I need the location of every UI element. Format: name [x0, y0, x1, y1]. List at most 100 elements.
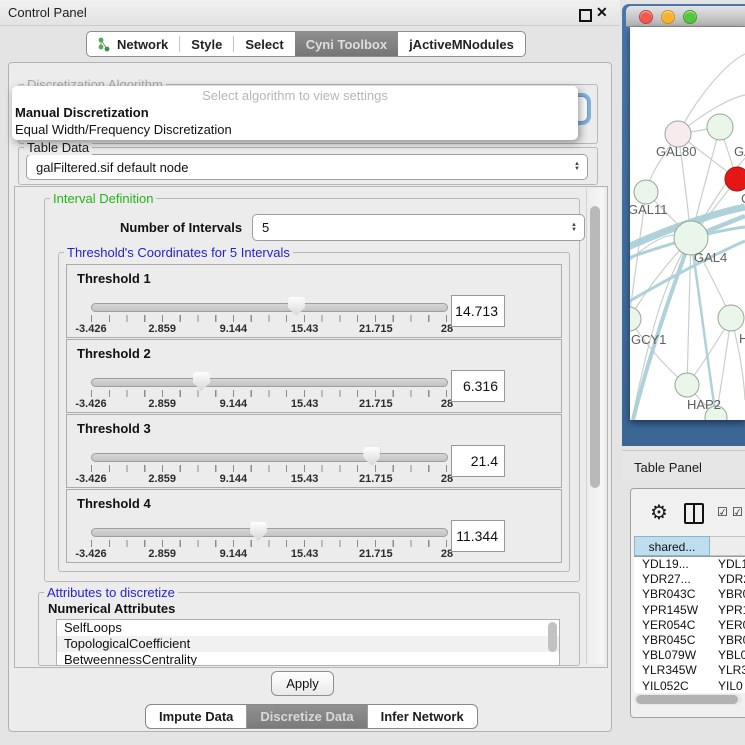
network-node[interactable]: [675, 373, 699, 397]
cell-name[interactable]: YBR0: [710, 587, 745, 602]
list-scrollbar[interactable]: [548, 622, 557, 660]
threshold-1-label: Threshold 1: [77, 271, 151, 286]
table-row[interactable]: YBR043CYBR0: [634, 587, 745, 602]
slider-ticks: [91, 315, 447, 322]
threshold-3-value-field[interactable]: 21.4: [451, 445, 505, 477]
column-header-shared-name[interactable]: shared...: [634, 536, 710, 556]
gear-icon[interactable]: ⚙: [650, 500, 668, 525]
table-row[interactable]: YIL052CYIL0: [634, 679, 745, 694]
cell-shared-name[interactable]: YIL052C: [634, 679, 710, 694]
cell-shared-name[interactable]: YLR345W: [634, 663, 710, 678]
cell-name[interactable]: YDL1: [710, 557, 745, 572]
slider-thumb[interactable]: [363, 447, 380, 466]
table-row[interactable]: YBR045CYBR0: [634, 633, 745, 648]
slider-track[interactable]: [91, 528, 448, 537]
threshold-4-label: Threshold 4: [77, 496, 151, 511]
control-panel-titlebar: Control Panel ✕: [0, 0, 620, 26]
tick-label: 2.859: [148, 473, 176, 485]
threshold-4-value-field[interactable]: 11.344: [451, 520, 505, 552]
table-horizontal-scrollbar[interactable]: [634, 694, 742, 705]
slider-track[interactable]: [91, 303, 448, 312]
tab-style[interactable]: Style: [180, 32, 233, 56]
numerical-attributes-list[interactable]: SelfLoopsTopologicalCoefficientBetweenne…: [56, 619, 560, 666]
slider-ticks: [91, 390, 447, 397]
node-attribute-table[interactable]: shared... na YDL19...YDL1YDR27...YDR2YBR…: [634, 536, 745, 693]
checkbox-icon[interactable]: ☑: [732, 505, 743, 519]
scrollbar-thumb[interactable]: [548, 622, 557, 652]
table-row[interactable]: YLR345WYLR3: [634, 663, 745, 678]
popup-item-equal-width-frequency[interactable]: Equal Width/Frequency Discretization: [12, 121, 578, 138]
cell-name[interactable]: YBR0: [710, 633, 745, 648]
network-node[interactable]: [630, 307, 641, 331]
cell-shared-name[interactable]: YBR045C: [634, 633, 710, 648]
table-row[interactable]: YPR145WYPR1: [634, 603, 745, 618]
cell-name[interactable]: YER0: [710, 618, 745, 633]
slider-track[interactable]: [91, 378, 448, 387]
tab-infer-network[interactable]: Infer Network: [367, 705, 477, 728]
cell-name[interactable]: YLR3: [710, 663, 745, 678]
float-window-icon[interactable]: [579, 9, 592, 22]
tab-cyni-toolbox[interactable]: Cyni Toolbox: [295, 32, 398, 56]
cell-shared-name[interactable]: YDR27...: [634, 572, 710, 587]
threshold-4-slider[interactable]: -3.4262.8599.14415.4321.71528: [91, 526, 446, 560]
settings-scrollbar[interactable]: [586, 188, 604, 664]
table-row[interactable]: YDR27...YDR2: [634, 572, 745, 587]
tab-select[interactable]: Select: [234, 32, 294, 56]
cell-name[interactable]: YBL0: [710, 648, 745, 663]
network-node[interactable]: [634, 180, 658, 204]
tick-label: 9.144: [220, 323, 248, 335]
node-label: GAL80: [656, 144, 696, 159]
tab-impute-data[interactable]: Impute Data: [146, 705, 246, 728]
cell-shared-name[interactable]: YER054C: [634, 618, 710, 633]
slider-thumb[interactable]: [288, 297, 305, 316]
minimize-traffic-light-icon[interactable]: [661, 10, 675, 24]
scrollbar-thumb[interactable]: [636, 695, 738, 704]
thresholds-group-title: Threshold's Coordinates for 5 Intervals: [64, 245, 293, 260]
node-label: GAL4: [694, 250, 727, 265]
column-header-name[interactable]: na: [710, 536, 745, 556]
popup-item-manual-discretization[interactable]: Manual Discretization: [12, 104, 578, 121]
threshold-1-slider[interactable]: -3.4262.8599.14415.4321.71528: [91, 301, 446, 335]
attribute-list-item[interactable]: BetweennessCentrality: [57, 652, 559, 666]
close-icon[interactable]: ✕: [596, 4, 608, 21]
tab-discretize-data[interactable]: Discretize Data: [246, 705, 366, 728]
table-data-title: Table Data: [24, 140, 92, 155]
network-canvas[interactable]: GAL80GACGAL11GAL4GCY1HHAP2: [630, 27, 745, 420]
cell-shared-name[interactable]: YPR145W: [634, 603, 710, 618]
network-node[interactable]: [707, 114, 733, 140]
network-node[interactable]: [718, 305, 744, 331]
tab-jactivemnodules[interactable]: jActiveMNodules: [398, 32, 525, 56]
table-data-combobox[interactable]: galFiltered.sif default node ▲▼: [26, 154, 588, 180]
tab-network[interactable]: Network: [87, 32, 179, 56]
checkbox-icon[interactable]: ☑: [717, 505, 728, 519]
table-row[interactable]: YER054CYER0: [634, 618, 745, 633]
attribute-list-item[interactable]: SelfLoops: [57, 620, 559, 636]
cell-shared-name[interactable]: YBL079W: [634, 648, 710, 663]
control-panel-tabs: Network Style Select Cyni Toolbox jActiv…: [86, 31, 526, 57]
zoom-traffic-light-icon[interactable]: [683, 10, 697, 24]
threshold-2-value-field[interactable]: 6.316: [451, 370, 505, 402]
scrollbar-thumb[interactable]: [590, 206, 600, 488]
cell-shared-name[interactable]: YBR043C: [634, 587, 710, 602]
tick-label: 15.43: [291, 548, 319, 560]
threshold-3-slider[interactable]: -3.4262.8599.14415.4321.71528: [91, 451, 446, 485]
spinner-arrows-icon: ▲▼: [574, 162, 580, 172]
table-row[interactable]: YDL19...YDL1: [634, 557, 745, 572]
slider-thumb[interactable]: [250, 522, 267, 541]
slider-thumb[interactable]: [193, 372, 210, 391]
number-of-intervals-combobox[interactable]: 5 ▲▼: [252, 214, 585, 241]
cell-name[interactable]: YIL0: [710, 679, 743, 694]
network-node[interactable]: [725, 167, 745, 191]
cell-name[interactable]: YPR1: [710, 603, 745, 618]
cell-name[interactable]: YDR2: [710, 572, 745, 587]
split-view-icon[interactable]: [684, 503, 704, 524]
threshold-2-slider[interactable]: -3.4262.8599.14415.4321.71528: [91, 376, 446, 410]
slider-track[interactable]: [91, 453, 448, 462]
table-row[interactable]: YBL079WYBL0: [634, 648, 745, 663]
cell-shared-name[interactable]: YDL19...: [634, 557, 710, 572]
number-of-intervals-value: 5: [253, 220, 571, 235]
close-traffic-light-icon[interactable]: [639, 10, 653, 24]
attribute-list-item[interactable]: TopologicalCoefficient: [57, 636, 559, 652]
threshold-1-value-field[interactable]: 14.713: [451, 295, 505, 327]
apply-button[interactable]: Apply: [271, 671, 334, 696]
